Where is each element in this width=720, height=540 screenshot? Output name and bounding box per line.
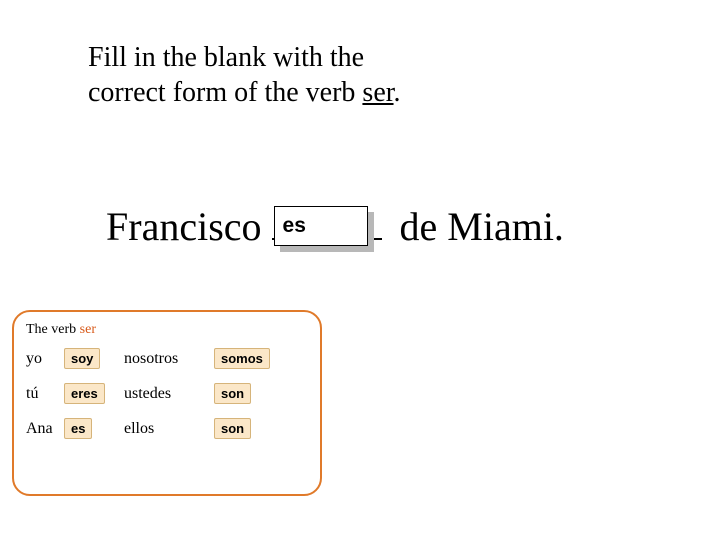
form-somos: somos [214,348,270,369]
slide: Fill in the blank with the correct form … [0,0,720,540]
sentence-rest: de Miami. [390,204,564,249]
pronoun-tu: tú [26,385,64,403]
pronoun-ellos: ellos [124,420,214,438]
chart-title: The verb ser [26,322,308,338]
form-eres: eres [64,383,105,404]
form-eres-cell: eres [64,383,124,404]
instruction-verb: ser [362,77,393,108]
form-son-ustedes-cell: son [214,383,284,404]
pronoun-yo: yo [26,350,64,368]
form-soy: soy [64,348,100,369]
blank: es [272,198,390,250]
conjugation-chart: The verb ser yo soy nosotros somos tú er… [12,310,322,496]
form-son-ellos: son [214,418,251,439]
pronoun-ana: Ana [26,420,64,438]
form-soy-cell: soy [64,348,124,369]
chart-title-verb: ser [80,322,96,337]
pronoun-nosotros: nosotros [124,350,214,368]
form-es: es [64,418,92,439]
instruction-line2-post: . [394,77,401,108]
instruction-line1: Fill in the blank with the [88,42,364,73]
form-son-ellos-cell: son [214,418,284,439]
instruction-line2-pre: correct form of the verb [88,77,362,108]
form-somos-cell: somos [214,348,284,369]
form-es-cell: es [64,418,124,439]
chart-grid: yo soy nosotros somos tú eres ustedes so… [26,348,308,439]
sentence-subject: Francisco [106,204,272,249]
answer-text: es [274,206,368,246]
answer-box: es [274,206,368,246]
chart-title-pre: The verb [26,322,80,337]
exercise-sentence: Francisco es de Miami. [106,198,564,250]
pronoun-ustedes: ustedes [124,385,214,403]
form-son-ustedes: son [214,383,251,404]
instruction-text: Fill in the blank with the correct form … [88,40,401,110]
